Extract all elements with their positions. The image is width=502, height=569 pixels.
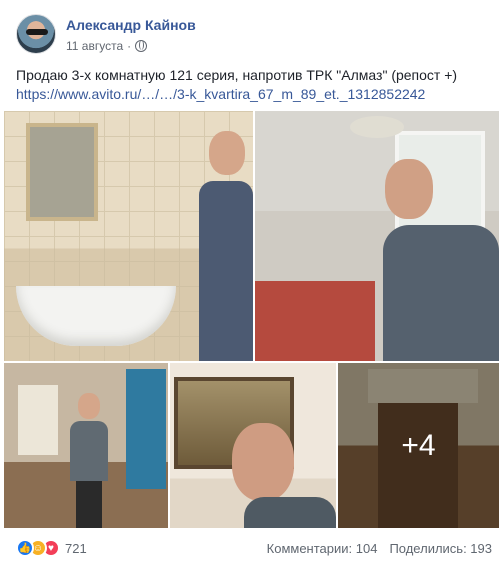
photo-bathroom[interactable] <box>4 111 253 361</box>
photo-bedroom[interactable] <box>255 111 499 361</box>
reactions-count: 721 <box>65 540 87 556</box>
photo-hallway[interactable]: +4 <box>338 363 499 528</box>
more-photos-count: +4 <box>401 428 436 462</box>
facebook-post: Александр Кайнов 11 августа · Продаю 3-х… <box>0 0 502 569</box>
globe-icon[interactable] <box>135 40 148 52</box>
author-avatar[interactable] <box>16 14 56 54</box>
photo-living-room[interactable] <box>4 363 168 528</box>
author-name[interactable]: Александр Кайнов <box>66 16 196 34</box>
photo-portrait[interactable] <box>170 363 336 528</box>
post-footer: 👍 ☺ ♥ 721 Комментарии: 104 Поделились: 1… <box>16 537 492 561</box>
comments-count[interactable]: Комментарии: 104 <box>267 541 378 556</box>
post-meta: 11 августа · <box>66 39 148 53</box>
engagement-counts: Комментарии: 104 Поделились: 193 <box>267 541 492 556</box>
reactions-summary[interactable]: 👍 ☺ ♥ 721 <box>16 539 87 557</box>
shares-count[interactable]: Поделились: 193 <box>389 541 492 556</box>
post-header: Александр Кайнов 11 августа · <box>16 12 486 56</box>
like-icon: 👍 <box>16 539 34 557</box>
post-link[interactable]: https://www.avito.ru/…/…/3-k_kvartira_67… <box>16 85 486 104</box>
post-text: Продаю 3-х комнатную 121 серия, напротив… <box>16 67 458 83</box>
post-date[interactable]: 11 августа <box>66 39 123 53</box>
